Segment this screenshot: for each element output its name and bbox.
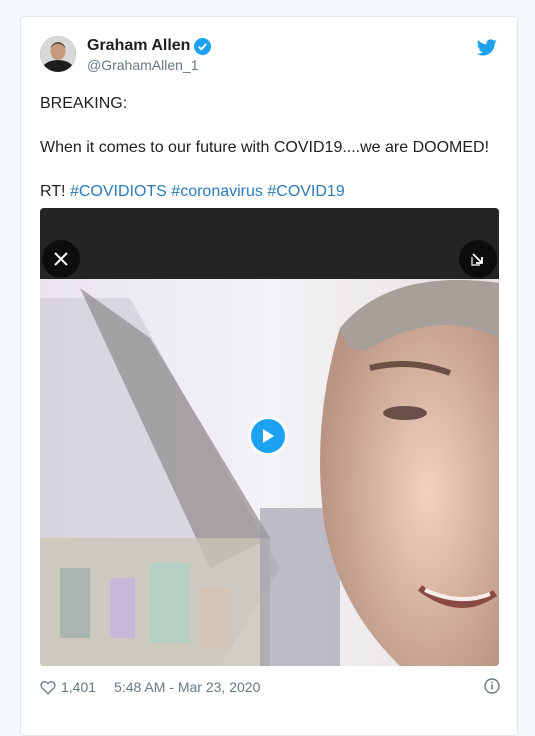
tweet-text-line: BREAKING: (40, 95, 128, 112)
avatar[interactable] (40, 36, 76, 72)
tweet-timestamp[interactable]: 5:48 AM - Mar 23, 2020 (114, 679, 260, 695)
video-top-bar (40, 208, 499, 279)
verified-badge-icon (194, 37, 212, 55)
play-button[interactable] (251, 419, 285, 453)
tweet-text-line: When it comes to our future with COVID19… (40, 139, 490, 156)
heart-icon[interactable] (40, 680, 56, 695)
video-player[interactable] (40, 208, 499, 666)
tweet-hashtag-line: RT! #COVIDIOTS #coronavirus #COVID19 (40, 181, 500, 203)
play-icon (263, 429, 274, 443)
embedded-tweet-card: Graham Allen @GrahamAllen_1 BREAKING: Wh… (20, 16, 518, 736)
author-handle[interactable]: @GrahamAllen_1 (87, 57, 199, 73)
rt-prefix: RT! (40, 183, 66, 200)
close-icon[interactable] (42, 240, 80, 278)
like-count[interactable]: 1,401 (61, 679, 96, 695)
expand-icon[interactable] (459, 240, 497, 278)
tweet-footer: 1,401 5:48 AM - Mar 23, 2020 (40, 678, 500, 697)
tweet-text: BREAKING: When it comes to our future wi… (40, 93, 500, 203)
twitter-bird-icon[interactable] (476, 39, 497, 61)
hashtag-link[interactable]: #COVIDIOTS (70, 183, 167, 200)
info-icon[interactable] (484, 678, 500, 697)
author-name-text[interactable]: Graham Allen (87, 37, 190, 55)
author-name[interactable]: Graham Allen (87, 37, 212, 55)
hashtag-link[interactable]: #coronavirus (171, 183, 263, 200)
hashtag-link[interactable]: #COVID19 (267, 183, 344, 200)
